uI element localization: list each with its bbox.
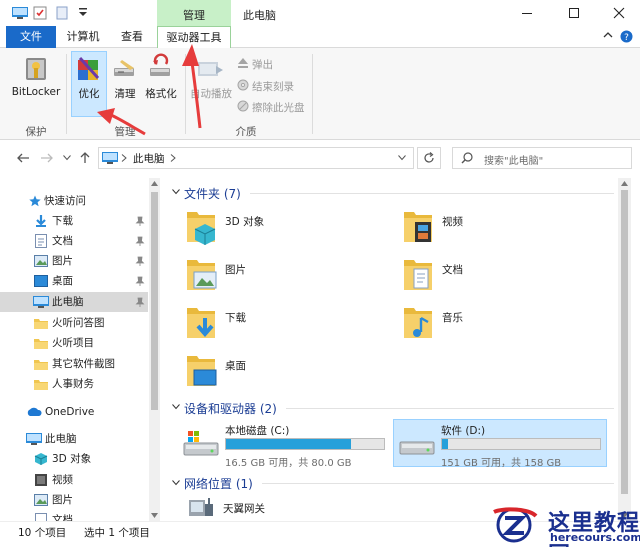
watermark-url: herecours.com (550, 531, 640, 544)
watermark-logo-icon (488, 504, 540, 546)
annotation-arrow (182, 44, 202, 129)
annotation-overlay (97, 44, 202, 136)
annotation-arrow (97, 108, 146, 136)
